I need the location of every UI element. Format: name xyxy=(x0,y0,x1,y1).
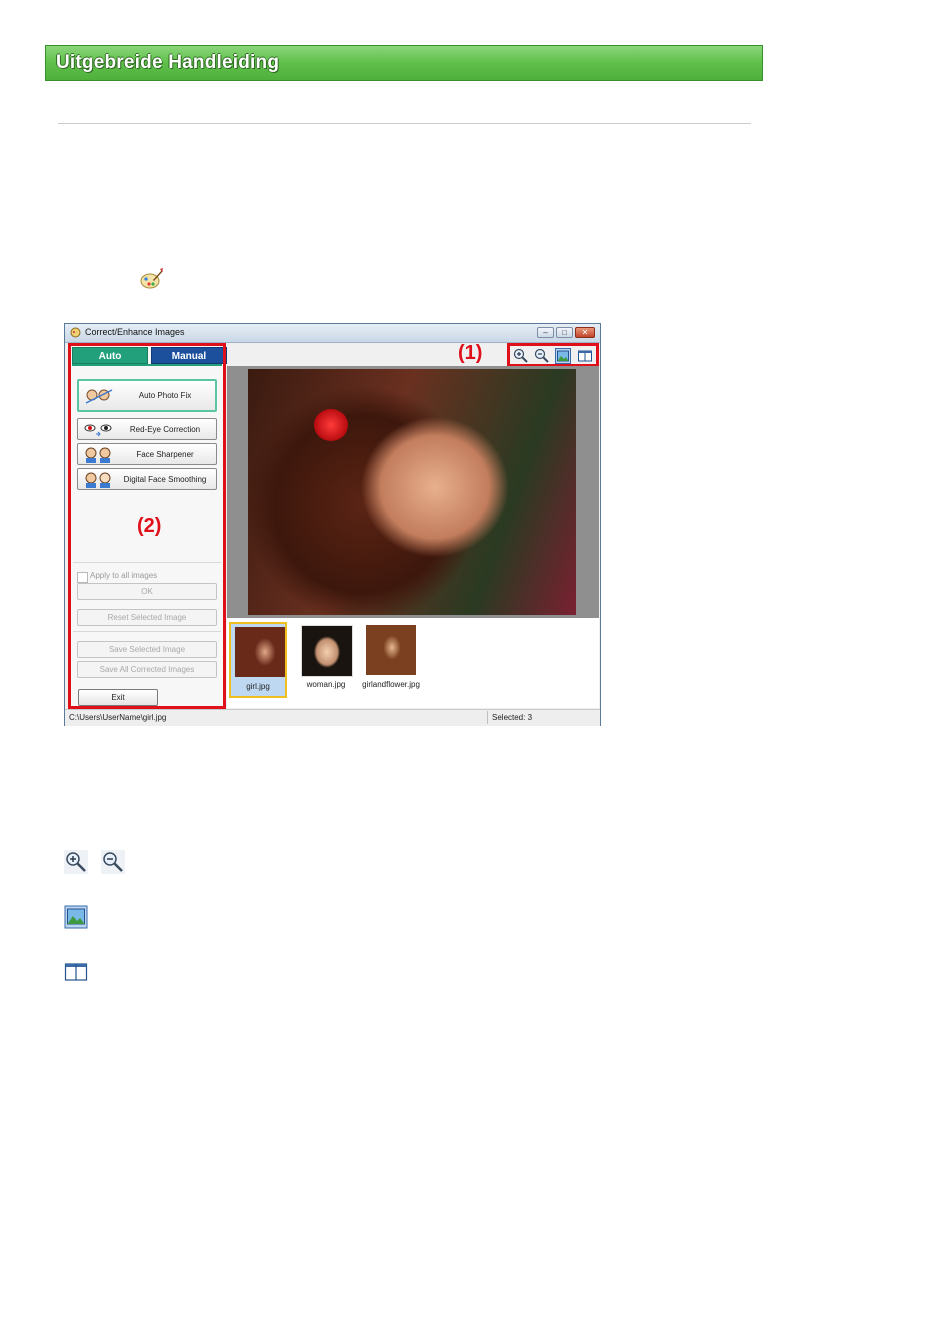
header-title: Uitgebreide Handleiding xyxy=(56,52,280,73)
minimize-button[interactable]: – xyxy=(537,327,554,338)
thumbnail-label: girlandflower.jpg xyxy=(362,680,420,689)
correct-enhance-icon xyxy=(140,268,163,289)
highlight-box-1 xyxy=(507,343,599,367)
divider xyxy=(58,123,751,124)
app-icon xyxy=(70,327,81,338)
highlight-box-2 xyxy=(68,343,226,709)
image-preview-area xyxy=(227,366,599,618)
status-bar: C:\Users\UserName\girl.jpg Selected: 3 xyxy=(65,709,600,726)
callout-1: (1) xyxy=(458,342,483,364)
whole-image-view-icon xyxy=(64,905,88,929)
thumbnail-item[interactable]: girl.jpg xyxy=(229,622,287,698)
thumbnail-image xyxy=(301,625,353,677)
preview-photo xyxy=(248,369,576,615)
zoom-in-icon xyxy=(64,850,88,874)
thumbnail-strip: girl.jpg woman.jpg girlandflower.jpg xyxy=(227,618,599,708)
status-file-path: C:\Users\UserName\girl.jpg xyxy=(69,713,167,722)
header-banner: Uitgebreide Handleiding xyxy=(45,45,763,81)
title-bar: Correct/Enhance Images – □ ✕ xyxy=(65,324,600,343)
thumbnail-item[interactable]: girlandflower.jpg xyxy=(362,622,420,698)
maximize-button[interactable]: □ xyxy=(556,327,573,338)
status-divider xyxy=(487,711,488,724)
window-title: Correct/Enhance Images xyxy=(85,327,185,337)
correct-enhance-window: Correct/Enhance Images – □ ✕ Auto Manual… xyxy=(64,323,601,726)
thumbnail-label: girl.jpg xyxy=(246,682,270,691)
thumbnail-item[interactable]: woman.jpg xyxy=(297,622,355,698)
red-flower xyxy=(314,409,348,441)
zoom-out-icon xyxy=(101,850,125,874)
status-selected-count: Selected: 3 xyxy=(492,713,533,722)
close-button[interactable]: ✕ xyxy=(575,327,595,338)
thumbnail-image xyxy=(235,627,285,677)
compare-view-icon xyxy=(64,963,88,981)
thumbnail-image xyxy=(366,625,416,675)
